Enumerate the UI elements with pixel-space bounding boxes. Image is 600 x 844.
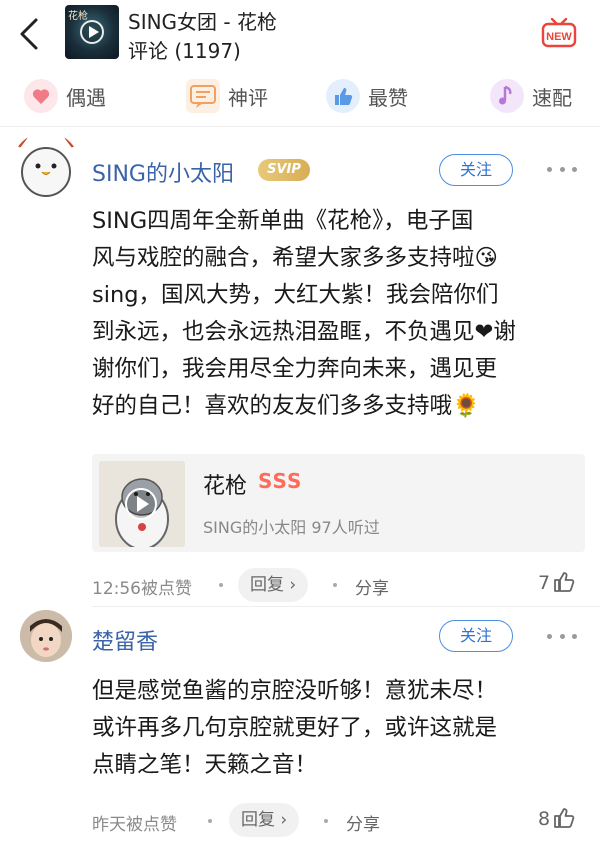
- comment-line: 谢你们，我会用尽全力奔向未来，遇见更: [92, 356, 498, 382]
- comment-separator: [92, 606, 600, 607]
- comment-count: 评论 (1197): [128, 39, 241, 63]
- shared-song-card[interactable]: 花枪 SSS SING的小太阳 97人听过: [92, 454, 585, 552]
- comment-text: 但是感觉鱼酱的京腔没听够！意犹未尽！ 或许再多几句京腔就更好了，或许这就是 点睛…: [92, 673, 497, 784]
- music-note-icon: [490, 79, 524, 113]
- comment-line: 但是感觉鱼酱的京腔没听够！意犹未尽！: [92, 678, 498, 704]
- reply-button[interactable]: 回复 ›: [229, 803, 300, 837]
- separator-dot: [324, 819, 328, 823]
- svip-badge: SVIP: [258, 159, 310, 181]
- divider: [0, 126, 600, 127]
- separator-dot: [208, 819, 212, 823]
- comment-filter-tabs: 偶遇 神评 最赞 速配: [0, 70, 600, 120]
- tab-label: 神评: [228, 85, 268, 110]
- new-badge-icon[interactable]: NEW: [540, 18, 578, 50]
- heart-icon: [24, 79, 58, 113]
- comment-line: 或许再多几句京腔就更好了，或许这就是: [92, 715, 498, 741]
- comment-line: 到永远，也会永远热泪盈眶，不负遇见❤谢: [92, 319, 516, 345]
- comment-line: SING四周年全新单曲《花枪》，电子国: [92, 208, 474, 234]
- back-arrow-icon[interactable]: [14, 14, 46, 54]
- cover-title: 花枪: [68, 11, 88, 22]
- like-count: 8: [538, 808, 551, 830]
- play-icon[interactable]: [80, 20, 104, 44]
- like-button[interactable]: 7: [538, 570, 576, 594]
- comment-line: 好的自己！喜欢的友友们多多支持哦🌻: [92, 393, 481, 419]
- more-options-icon[interactable]: [547, 634, 577, 642]
- tab-encounter[interactable]: 偶遇: [24, 78, 106, 114]
- song-quality-tag: SSS: [258, 469, 303, 493]
- follow-button[interactable]: 关注: [439, 620, 513, 652]
- header: 花枪 SING女团 - 花枪 评论 (1197) NEW: [0, 0, 600, 64]
- comment-icon: [186, 79, 220, 113]
- username[interactable]: 楚留香: [92, 624, 158, 656]
- new-badge-text: NEW: [546, 31, 572, 43]
- separator-dot: [219, 583, 223, 587]
- share-button[interactable]: 分享: [346, 810, 380, 835]
- comment-text: SING四周年全新单曲《花枪》，电子国 风与戏腔的融合，希望大家多多支持啦😘 s…: [92, 203, 516, 425]
- follow-button[interactable]: 关注: [439, 154, 513, 186]
- album-cover[interactable]: 花枪: [65, 5, 119, 59]
- tab-most-liked[interactable]: 最赞: [326, 78, 408, 114]
- share-button[interactable]: 分享: [355, 574, 389, 599]
- comment-line: sing，国风大势，大红大紫！我会陪你们: [92, 282, 499, 308]
- reply-button[interactable]: 回复 ›: [238, 568, 309, 602]
- avatar[interactable]: [12, 132, 80, 200]
- play-icon[interactable]: [125, 488, 157, 520]
- thumb-up-icon: [554, 808, 575, 828]
- page-title: SING女团 - 花枪: [128, 10, 277, 34]
- comment-time: 昨天被点赞: [92, 815, 177, 835]
- tab-label: 速配: [532, 85, 572, 110]
- tab-label: 偶遇: [66, 85, 106, 110]
- thumb-up-icon: [554, 572, 575, 592]
- avatar[interactable]: [20, 610, 72, 662]
- song-name: 花枪: [203, 474, 248, 499]
- comment-line: 点睛之笔！天籁之音！: [92, 752, 318, 778]
- song-thumbnail: [99, 461, 185, 547]
- tab-top-comment[interactable]: 神评: [186, 78, 268, 114]
- tab-quick-match[interactable]: 速配: [490, 78, 572, 114]
- comment-line: 风与戏腔的融合，希望大家多多支持啦😘: [92, 245, 498, 271]
- like-button[interactable]: 8: [538, 806, 576, 830]
- separator-dot: [333, 583, 337, 587]
- thumb-up-icon: [326, 79, 360, 113]
- comment-time: 12:56被点赞: [92, 579, 192, 599]
- like-count: 7: [538, 572, 551, 594]
- more-options-icon[interactable]: [547, 167, 577, 175]
- username[interactable]: SING的小太阳: [92, 156, 234, 188]
- song-meta: SING的小太阳 97人听过: [203, 518, 380, 537]
- tab-label: 最赞: [368, 85, 408, 110]
